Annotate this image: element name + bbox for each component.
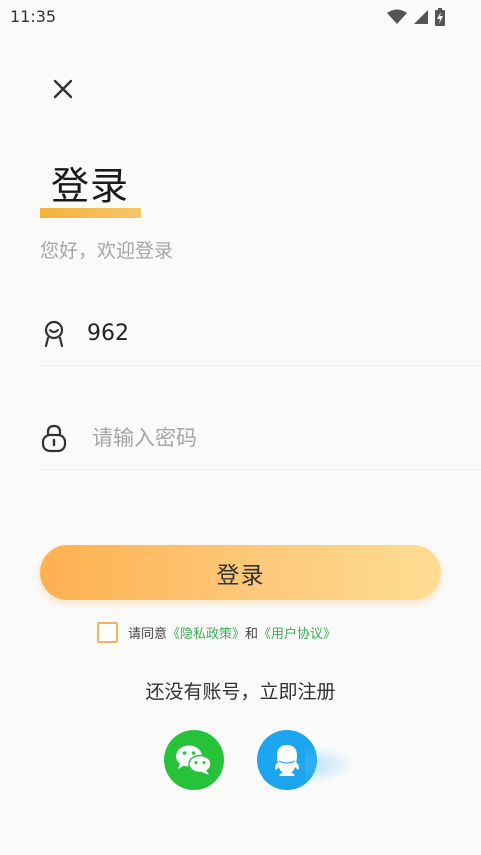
password-field[interactable] (40, 409, 481, 470)
agreement-prefix: 请同意 (128, 627, 168, 642)
register-link[interactable]: 还没有账号，立即注册 (0, 677, 481, 704)
page-title: 登录 (51, 164, 130, 208)
qq-login-button[interactable] (257, 730, 317, 790)
status-icons (387, 8, 445, 26)
password-input[interactable] (92, 421, 452, 455)
close-icon (53, 79, 73, 99)
login-button[interactable]: 登录 (40, 545, 441, 600)
agreement-row: 请同意 《隐私政策》 和 《用户协议》 (97, 622, 336, 643)
close-button[interactable] (48, 74, 78, 104)
wifi-icon (387, 9, 407, 24)
login-screen: 11:35 登录 您好，欢迎登录 962 登录 请同意 《隐私政策》 和 《用户… (0, 0, 481, 855)
signal-icon (414, 10, 428, 24)
status-time: 11:35 (10, 7, 57, 26)
status-bar: 11:35 (0, 0, 481, 34)
wechat-icon (176, 745, 212, 775)
page-subtitle: 您好，欢迎登录 (40, 240, 174, 262)
wechat-login-button[interactable] (164, 730, 224, 790)
qq-icon (274, 745, 300, 776)
username-field[interactable]: 962 (40, 305, 481, 366)
privacy-policy-link[interactable]: 《隐私政策》 (167, 623, 245, 642)
battery-icon (435, 8, 445, 26)
page-title-block: 登录 (40, 162, 141, 218)
agreement-conjunction: 和 (245, 627, 259, 642)
user-agreement-link[interactable]: 《用户协议》 (258, 623, 336, 642)
username-value: 962 (87, 321, 129, 346)
user-icon (44, 320, 64, 348)
login-button-label: 登录 (216, 562, 265, 589)
agreement-checkbox[interactable] (97, 622, 118, 643)
lock-icon (41, 424, 67, 453)
